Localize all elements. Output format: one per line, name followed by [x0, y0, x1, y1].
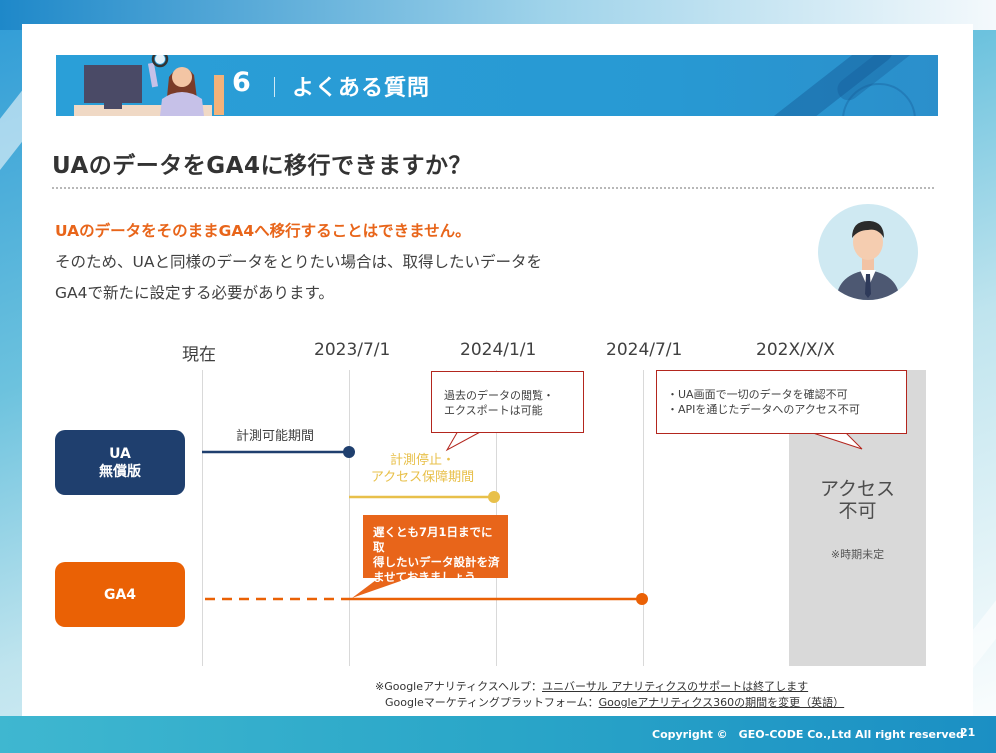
deadline-note-line-3: ませておきましょう	[373, 570, 476, 584]
source-1-link[interactable]: ユニバーサル アナリティクスのサポートは終了します	[542, 680, 808, 693]
measure-period-label: 計測可能期間	[236, 429, 315, 444]
callout2-line-2: ・APIを通じたデータへのアクセス不可	[667, 403, 860, 416]
source-line-2: Googleマーケティングプラットフォーム：Googleアナリティクス360の期…	[385, 694, 844, 710]
ga4-end-dot	[636, 593, 648, 605]
deadline-note-line-1: 遅くとも7月1日までに取	[373, 525, 493, 554]
ua-stop-end-dot	[488, 491, 500, 503]
ua-label-line-2: 無償版	[99, 463, 141, 480]
ga4-label-pill: GA4	[55, 562, 185, 627]
ga4-label: GA4	[103, 586, 137, 603]
source-line-1: ※Googleアナリティクスヘルプ：ユニバーサル アナリティクスのサポートは終了…	[375, 678, 808, 694]
callout2-line-1: ・UA画面で一切のデータを確認不可	[667, 388, 848, 401]
callout-no-access: ・UA画面で一切のデータを確認不可 ・APIを通じたデータへのアクセス不可	[656, 370, 907, 434]
source-2-link[interactable]: Googleアナリティクス360の期間を変更（英語）	[599, 696, 845, 709]
stop-label-line-2: アクセス保障期間	[370, 470, 475, 485]
source-1-prefix: ※Googleアナリティクスヘルプ：	[375, 680, 543, 693]
callout1-line-1: 過去のデータの閲覧・	[444, 389, 554, 402]
stop-period-label: 計測停止・ アクセス保障期間	[350, 452, 495, 486]
callout-past-data: 過去のデータの閲覧・ エクスポートは可能	[431, 371, 584, 433]
callout1-line-2: エクスポートは可能	[444, 404, 543, 417]
deadline-note-box: 遅くとも7月1日までに取 得したいデータ設計を済 ませておきましょう	[363, 515, 508, 584]
copyright-text: Copyright © GEO-CODE Co.,Ltd All right r…	[652, 728, 964, 741]
source-2-prefix: Googleマーケティングプラットフォーム：	[385, 696, 599, 709]
stop-label-line-1: 計測停止・	[389, 453, 455, 468]
page-number: 21	[960, 726, 976, 739]
ua-label-line-1: UA	[109, 445, 131, 462]
callout2-tail	[809, 431, 863, 450]
deadline-note-line-2: 得したいデータ設計を済	[373, 555, 500, 569]
callout1-tail	[445, 430, 483, 452]
ua-label-pill: UA 無償版	[55, 430, 185, 495]
